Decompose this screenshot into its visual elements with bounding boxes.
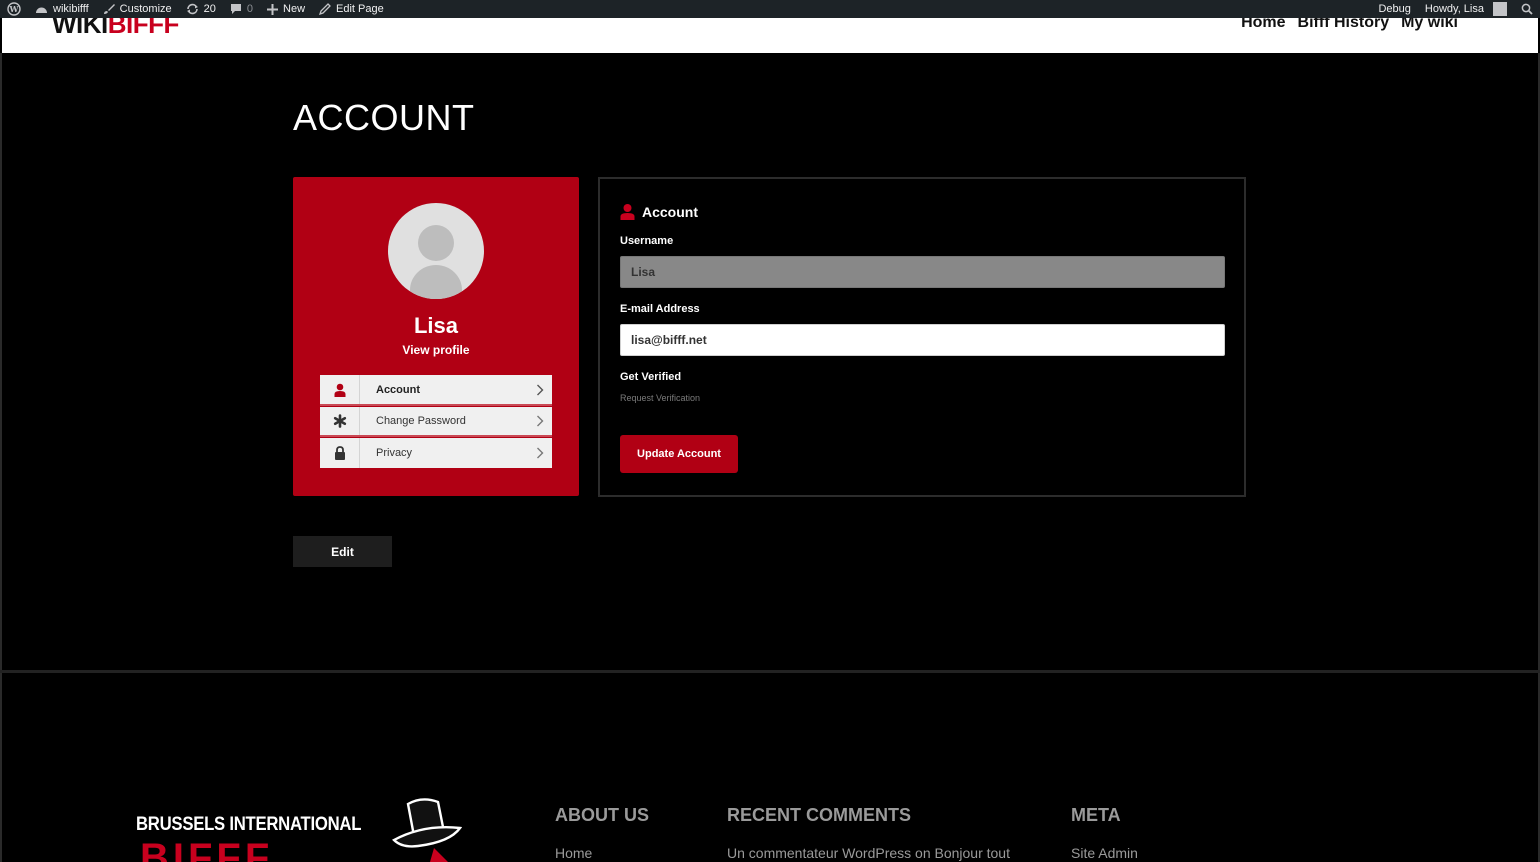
admin-avatar [1493, 2, 1507, 16]
updates-icon [186, 3, 198, 15]
logo-wiki-text: WIKI [52, 18, 108, 39]
site-header: WIKIBIFFF Home Bifff History My wiki [2, 18, 1538, 53]
site-logo[interactable]: WIKIBIFFF [52, 18, 179, 40]
email-label: E-mail Address [620, 303, 700, 315]
svg-text:W: W [9, 4, 20, 14]
logo-bifff-text: BIFFF [107, 18, 180, 39]
site-name-link[interactable]: wikibifff [28, 0, 96, 18]
pencil-icon [319, 3, 331, 15]
profile-avatar[interactable] [388, 203, 484, 299]
user-icon [334, 383, 345, 397]
debug-link[interactable]: Debug [1371, 0, 1417, 18]
admin-bar: W wikibifff Customize 20 0 New Edit Page… [0, 0, 1540, 18]
lock-icon [334, 446, 345, 460]
footer-comment-link[interactable]: Un commentateur WordPress on Bonjour tou… [727, 845, 1010, 861]
new-label: New [283, 3, 306, 15]
edit-page-link[interactable]: Edit Page [312, 0, 391, 18]
chevron-right-icon [537, 384, 544, 395]
profile-card: Lisa View profile Account Change Passwor… [293, 177, 579, 496]
asterisk-icon [333, 414, 346, 428]
page-title: ACCOUNT [293, 97, 475, 138]
top-hat-icon [392, 798, 462, 862]
comments-link[interactable]: 0 [223, 0, 260, 18]
search-icon [1521, 3, 1533, 15]
profile-name: Lisa [413, 313, 459, 338]
footer-meta-title: META [1071, 805, 1121, 825]
account-heading-text: Account [642, 203, 698, 220]
avatar-body-shape [410, 265, 462, 299]
username-label: Username [620, 235, 674, 247]
account-menu: Account Change Password Privacy [320, 375, 552, 468]
footer-comments-title: RECENT COMMENTS [727, 805, 911, 825]
howdy-label: Howdy, Lisa [1424, 3, 1484, 15]
footer-col-about: ABOUT US Home [555, 805, 649, 861]
my-account-link[interactable]: Howdy, Lisa [1418, 0, 1514, 18]
footer-col-meta: META Site Admin [1071, 805, 1138, 861]
new-content-link[interactable]: New [260, 0, 312, 18]
menu-item-change-password[interactable]: Change Password [320, 407, 552, 437]
avatar-head-shape [418, 225, 454, 261]
footer-logo-line1: BRUSSELS INTERNATIONAL [136, 814, 362, 835]
footer-logo[interactable]: BRUSSELS INTERNATIONAL BIFFF [126, 798, 466, 862]
site-name-label: wikibifff [53, 3, 89, 15]
chevron-right-icon [537, 415, 544, 427]
footer-about-title: ABOUT US [555, 805, 649, 825]
dashboard-gauge-icon [36, 7, 47, 13]
footer-link-home[interactable]: Home [555, 845, 649, 861]
chevron-right-icon [537, 447, 544, 459]
admin-search-button[interactable] [1514, 0, 1540, 18]
wordpress-logo-button[interactable]: W [0, 0, 28, 18]
updates-count: 20 [203, 3, 216, 15]
customize-link[interactable]: Customize [96, 0, 179, 18]
menu-label-privacy: Privacy [376, 447, 413, 459]
menu-label-change-password: Change Password [376, 415, 466, 427]
account-panel-heading: Account [620, 203, 698, 220]
edit-page-label: Edit Page [336, 3, 384, 15]
menu-item-account[interactable]: Account [320, 375, 552, 406]
brush-icon [103, 4, 115, 14]
get-verified-label: Get Verified [620, 371, 682, 383]
user-icon [620, 204, 635, 220]
menu-item-privacy[interactable]: Privacy [320, 438, 552, 468]
username-field[interactable] [620, 256, 1225, 288]
update-account-button[interactable]: Update Account [620, 435, 738, 473]
comment-bubble-icon [230, 4, 241, 14]
nav-my-wiki[interactable]: My wiki [1401, 18, 1458, 32]
updates-link[interactable]: 20 [179, 0, 223, 18]
email-field[interactable] [620, 324, 1225, 356]
main-nav: Home Bifff History My wiki [1241, 18, 1458, 32]
footer-link-site-admin[interactable]: Site Admin [1071, 845, 1138, 861]
request-verification-link[interactable]: Request Verification [620, 393, 700, 403]
comments-count: 0 [246, 3, 254, 15]
customize-label: Customize [119, 3, 172, 15]
footer-divider [0, 670, 1540, 673]
debug-label: Debug [1378, 3, 1411, 15]
edit-button[interactable]: Edit [293, 536, 392, 567]
footer-logo-line2: BIFFF [140, 836, 274, 862]
plus-icon [267, 3, 279, 15]
wordpress-icon: W [7, 2, 21, 16]
menu-label-account: Account [376, 383, 420, 396]
nav-home[interactable]: Home [1241, 18, 1285, 32]
view-profile-link[interactable]: View profile [293, 343, 579, 357]
footer-col-comments: RECENT COMMENTS Un commentateur WordPres… [727, 805, 1010, 861]
nav-bifff-history[interactable]: Bifff History [1298, 18, 1390, 32]
account-panel: Account Username E-mail Address Get Veri… [598, 177, 1246, 497]
